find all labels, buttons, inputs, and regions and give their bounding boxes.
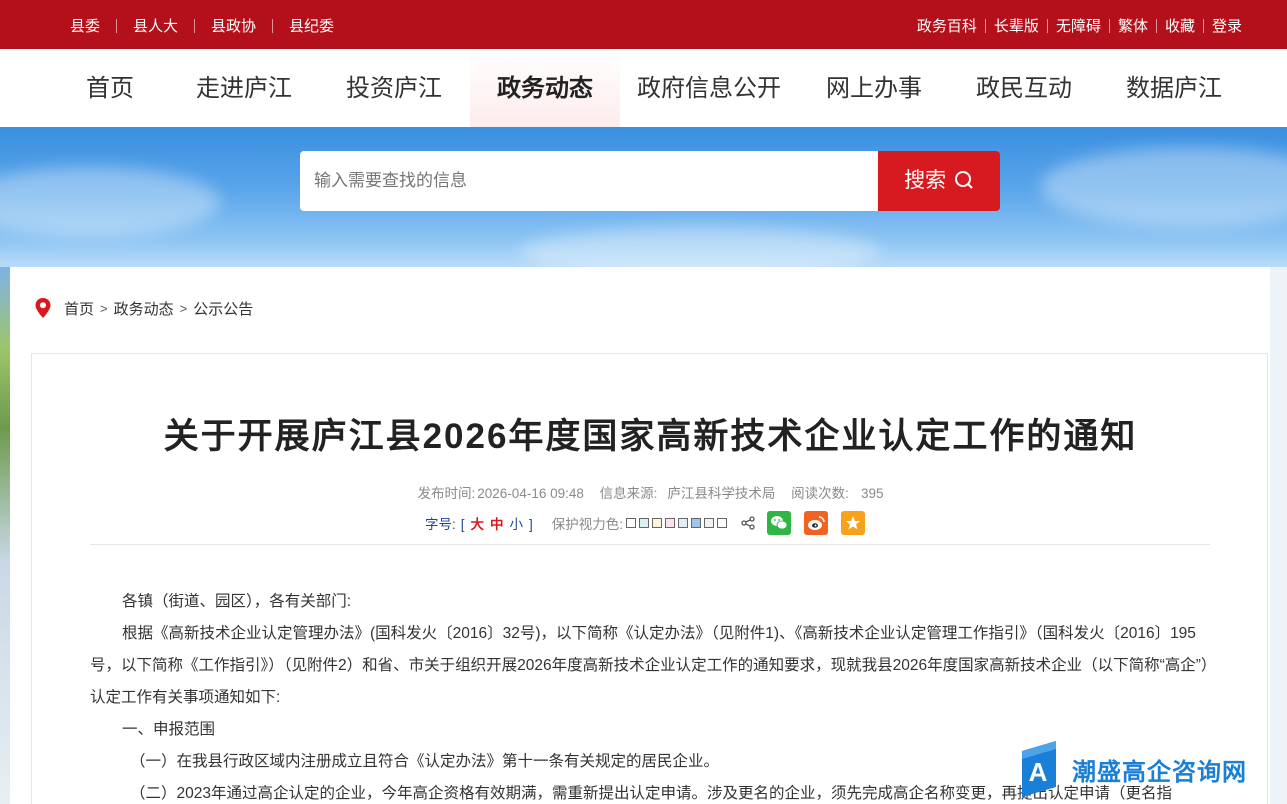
top-bar: 县委 县人大 县政协 县纪委 政务百科 长辈版 无障碍 繁体 收藏 登录 bbox=[0, 0, 1287, 49]
divider bbox=[272, 18, 274, 33]
eye-color-swatch[interactable] bbox=[691, 517, 702, 528]
eye-protection-label: 保护视力色: bbox=[551, 517, 624, 532]
view-count-value: 395 bbox=[860, 486, 884, 501]
watermark-text: 潮盛高企咨询网 bbox=[1072, 759, 1247, 786]
top-link-encyclopedia[interactable]: 政务百科 bbox=[917, 15, 977, 36]
top-link-county-committee[interactable]: 县委 bbox=[70, 15, 100, 36]
eye-color-swatch[interactable] bbox=[717, 517, 728, 528]
top-link-county-congress[interactable]: 县人大 bbox=[133, 15, 178, 36]
search-input[interactable] bbox=[300, 151, 878, 211]
breadcrumb: 首页 > 政务动态 > 公示公告 bbox=[34, 297, 253, 319]
nav-item-interaction[interactable]: 政民互动 bbox=[960, 49, 1088, 127]
top-link-favorite[interactable]: 收藏 bbox=[1165, 15, 1195, 36]
nav-item-invest-lujiang[interactable]: 投资庐江 bbox=[330, 49, 458, 127]
nav-item-data-lujiang[interactable]: 数据庐江 bbox=[1110, 49, 1238, 127]
eye-color-swatch[interactable] bbox=[639, 517, 650, 528]
divider bbox=[1046, 18, 1048, 33]
search-button[interactable]: 搜索 bbox=[878, 151, 1000, 211]
top-link-login[interactable]: 登录 bbox=[1212, 15, 1242, 36]
breadcrumb-announcements[interactable]: 公示公告 bbox=[193, 298, 253, 319]
divider bbox=[1155, 18, 1157, 33]
publish-time-value: 2026-04-16 09:48 bbox=[477, 486, 584, 501]
background-photo-strip bbox=[0, 267, 10, 804]
top-link-county-discipline[interactable]: 县纪委 bbox=[289, 15, 334, 36]
favorite-star-icon[interactable] bbox=[841, 511, 866, 535]
search-icon bbox=[954, 170, 973, 189]
view-count-label: 阅读次数: bbox=[791, 486, 849, 501]
wechat-share-icon[interactable] bbox=[767, 511, 792, 535]
font-bracket-open: [ bbox=[460, 517, 465, 532]
eye-color-swatch[interactable] bbox=[678, 517, 689, 528]
info-source-value: 庐江县科学技术局 bbox=[667, 486, 776, 501]
font-size-small[interactable]: 小 bbox=[510, 517, 524, 532]
location-pin-icon bbox=[35, 298, 51, 318]
article-meta: 发布时间: 2026-04-16 09:48 信息来源: 庐江县科学技术局 阅读次数… bbox=[32, 482, 1269, 502]
top-link-accessibility[interactable]: 无障碍 bbox=[1056, 15, 1101, 36]
eye-protection-swatches bbox=[623, 516, 728, 531]
view-count: 阅读次数: 395 bbox=[791, 486, 883, 501]
font-size-medium[interactable]: 中 bbox=[490, 517, 504, 532]
article-title: 关于开展庐江县2026年度国家高新技术企业认定工作的通知 bbox=[163, 417, 1138, 456]
article-divider bbox=[90, 544, 1210, 545]
svg-text:A: A bbox=[1029, 757, 1048, 787]
cloud-decoration bbox=[1040, 147, 1287, 227]
top-bar-left-links: 县委 县人大 县政协 县纪委 bbox=[70, 15, 350, 36]
cloud-decoration bbox=[0, 167, 220, 237]
font-size-large[interactable]: 大 bbox=[471, 517, 485, 532]
weibo-share-icon[interactable] bbox=[804, 511, 829, 535]
watermark-logo: A bbox=[1022, 741, 1056, 797]
eye-color-swatch[interactable] bbox=[626, 517, 637, 528]
divider bbox=[1202, 18, 1204, 33]
main-nav: 首页 走进庐江 投资庐江 政务动态 政府信息公开 网上办事 政民互动 数据庐江 bbox=[0, 49, 1287, 127]
font-size-label: 字号: bbox=[425, 517, 456, 532]
top-link-traditional-chinese[interactable]: 繁体 bbox=[1118, 15, 1148, 36]
divider bbox=[116, 18, 118, 33]
search-button-label: 搜索 bbox=[904, 169, 947, 192]
cloud-decoration bbox=[520, 227, 880, 267]
font-size-selector: [ 大中小] bbox=[458, 513, 536, 533]
top-link-county-cppcc[interactable]: 县政协 bbox=[211, 15, 256, 36]
article-paragraph: 各镇（街道、园区），各有关部门: bbox=[122, 593, 352, 610]
divider bbox=[984, 18, 986, 33]
article-paragraph: 根据《高新技术企业认定管理办法》(国科发火〔2016〕32号)，以下简称《认定办… bbox=[90, 625, 1209, 706]
top-bar-right-links: 政务百科 长辈版 无障碍 繁体 收藏 登录 bbox=[909, 15, 1242, 36]
info-source-label: 信息来源: bbox=[599, 486, 658, 501]
font-bracket-close: ] bbox=[529, 517, 533, 532]
article-tools: 字号: [ 大中小] 保护视力色: bbox=[425, 510, 866, 536]
nav-item-government-news[interactable]: 政务动态 bbox=[470, 49, 620, 127]
eye-color-swatch[interactable] bbox=[665, 517, 676, 528]
info-source: 信息来源: 庐江县科学技术局 bbox=[600, 486, 776, 501]
top-link-elder-version[interactable]: 长辈版 bbox=[994, 15, 1039, 36]
watermark: A 潮盛高企咨询网 bbox=[1020, 740, 1247, 798]
article: 关于开展庐江县2026年度国家高新技术企业认定工作的通知 发布时间: 2026-0… bbox=[31, 353, 1268, 804]
search-banner: 搜索 bbox=[0, 127, 1287, 267]
publish-time: 发布时间: 2026-04-16 09:48 bbox=[418, 486, 584, 501]
share-icon[interactable] bbox=[741, 516, 755, 530]
nav-item-online-services[interactable]: 网上办事 bbox=[810, 49, 938, 127]
breadcrumb-separator: > bbox=[179, 300, 188, 316]
background-strip bbox=[1270, 267, 1287, 804]
divider bbox=[1108, 18, 1110, 33]
content-area: 首页 > 政务动态 > 公示公告 关于开展庐江县2026年度国家高新技术企业认定… bbox=[10, 267, 1270, 804]
nav-item-home[interactable]: 首页 bbox=[60, 49, 160, 127]
nav-item-information-disclosure[interactable]: 政府信息公开 bbox=[630, 49, 788, 127]
eye-color-swatch[interactable] bbox=[652, 517, 663, 528]
search-bar: 搜索 bbox=[300, 151, 1000, 211]
breadcrumb-home[interactable]: 首页 bbox=[64, 298, 94, 319]
breadcrumb-government-news[interactable]: 政务动态 bbox=[114, 298, 174, 319]
eye-color-swatch[interactable] bbox=[704, 517, 715, 528]
publish-time-label: 发布时间: bbox=[417, 486, 476, 501]
nav-item-about-lujiang[interactable]: 走进庐江 bbox=[180, 49, 308, 127]
breadcrumb-separator: > bbox=[100, 300, 108, 316]
divider bbox=[194, 18, 196, 33]
